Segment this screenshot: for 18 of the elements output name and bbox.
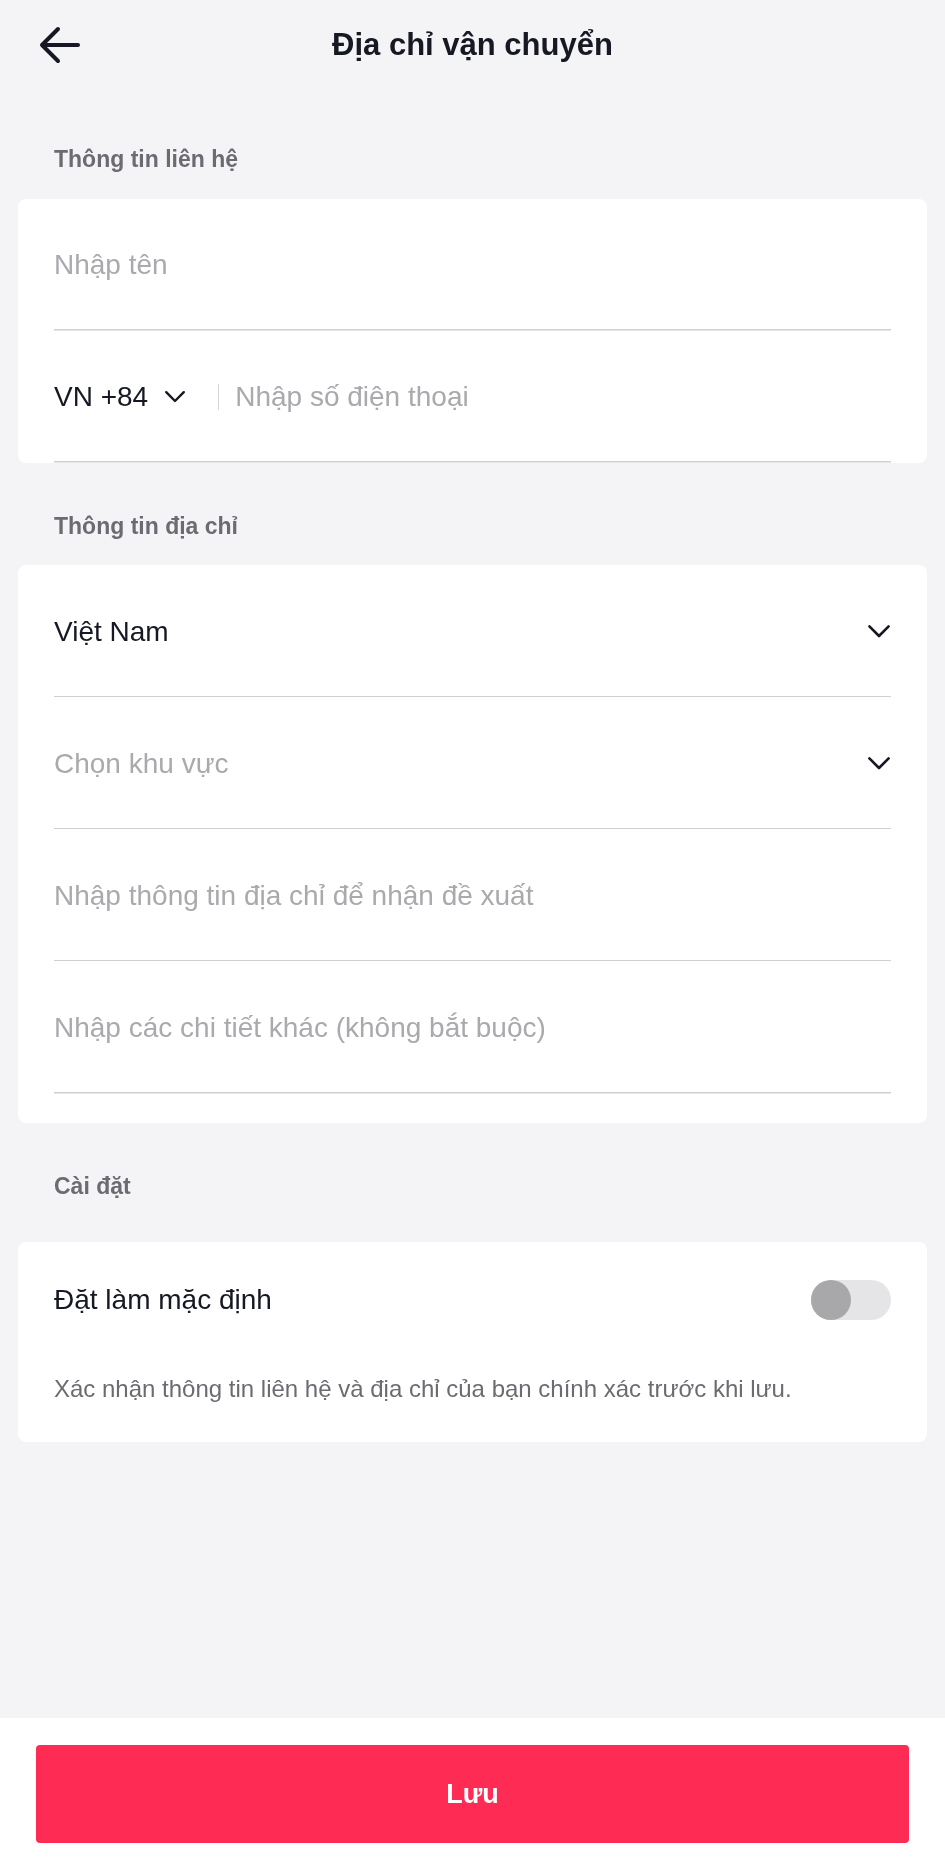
section-heading: Thông tin địa chỉ — [53, 511, 239, 541]
page-title: Địa chỉ vận chuyển — [332, 25, 613, 64]
dropdown-field[interactable]: Việt Nam — [18, 565, 927, 697]
phone-input-field[interactable]: Nhập số điện thoại — [235, 330, 927, 463]
country-code-dropdown[interactable]: VN +84 — [18, 330, 187, 463]
section-heading: Cài đặt — [53, 1172, 132, 1201]
input-field[interactable]: Nhập tên — [18, 198, 927, 331]
input-field[interactable]: Nhập thông tin địa chỉ để nhận đề xuất — [18, 829, 927, 961]
input-field[interactable]: Nhập các chi tiết khác (không bắt buộc) — [18, 961, 927, 1123]
toggle-label: Đặt làm mặc định — [54, 1282, 272, 1317]
info-note: Xác nhận thông tin liên hệ và địa chỉ của bạn chính xác trước khi lưu. — [54, 1373, 793, 1404]
chevron-down-icon — [164, 390, 187, 404]
toggle-switch[interactable] — [811, 1279, 891, 1320]
chevron-down-icon — [867, 624, 891, 639]
chevron-down-icon — [867, 756, 891, 771]
save-button[interactable]: Lưu — [36, 1745, 909, 1843]
section-heading: Thông tin liên hệ — [53, 145, 239, 174]
back-arrow-icon[interactable] — [38, 26, 80, 64]
